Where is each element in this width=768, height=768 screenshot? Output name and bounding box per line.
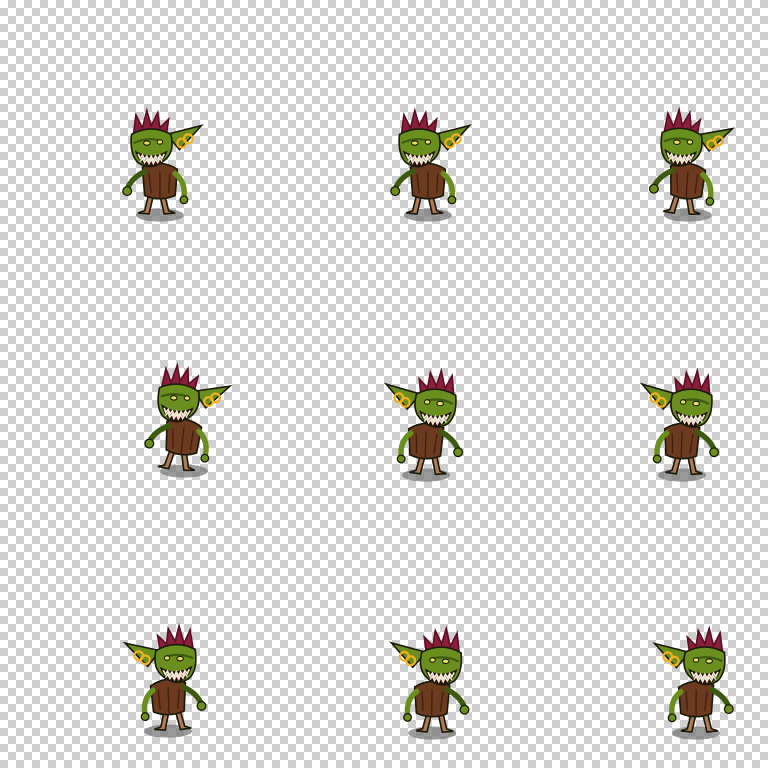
sprite-frame [256,256,512,512]
sprite-frame [256,512,512,768]
eye [170,395,178,401]
fist [200,453,210,463]
fist [179,195,189,205]
goblin-sprite [100,622,210,742]
sprite-frame [256,0,512,256]
eye [686,139,694,145]
eye [143,140,151,146]
ground-shadow [408,726,457,740]
eye [692,657,700,663]
eye [163,655,171,661]
sprite-frame [512,512,768,768]
ground-shadow [402,468,451,482]
arm [392,168,416,192]
arm [124,168,148,192]
ground-shadow [658,468,707,482]
sprite-sheet [0,0,768,768]
fist [403,712,413,722]
arm [694,429,717,453]
eye [424,139,432,145]
sprite-frame [512,256,768,512]
goblin-sprite [386,106,496,226]
fist [140,712,150,722]
fist [447,195,457,205]
arm [180,684,205,707]
eye [436,400,444,407]
fist [723,704,734,715]
goblin-sprite [614,366,724,486]
fist [652,454,662,464]
goblin-sprite [628,624,738,744]
fist [122,186,133,197]
fist [709,447,720,458]
fist [390,186,401,197]
eye [679,399,687,405]
fist [459,704,470,715]
eye [156,139,164,145]
goblin-sprite [118,106,228,226]
goblin-sprite [142,362,252,482]
eye [429,657,436,663]
arm [444,686,468,711]
arm [708,686,732,710]
arm [438,429,461,453]
eye [183,395,191,401]
goblin-sprite [364,624,474,744]
eye [441,658,450,665]
fist [396,454,406,464]
goblin-sprite [646,106,756,226]
fist [667,713,677,723]
eye [176,655,185,662]
fist [705,196,715,206]
eye [673,139,681,145]
goblin-sprite [358,366,468,486]
fist [453,447,464,458]
eye [411,140,419,146]
sprite-frame [512,0,768,256]
sprite-frame [0,256,256,512]
eye [692,400,700,407]
fist [196,700,207,711]
eye [423,399,431,405]
fist [648,183,659,194]
sprite-frame [0,512,256,768]
eye [705,658,714,664]
fist [144,438,155,449]
sprite-frame [0,0,256,256]
